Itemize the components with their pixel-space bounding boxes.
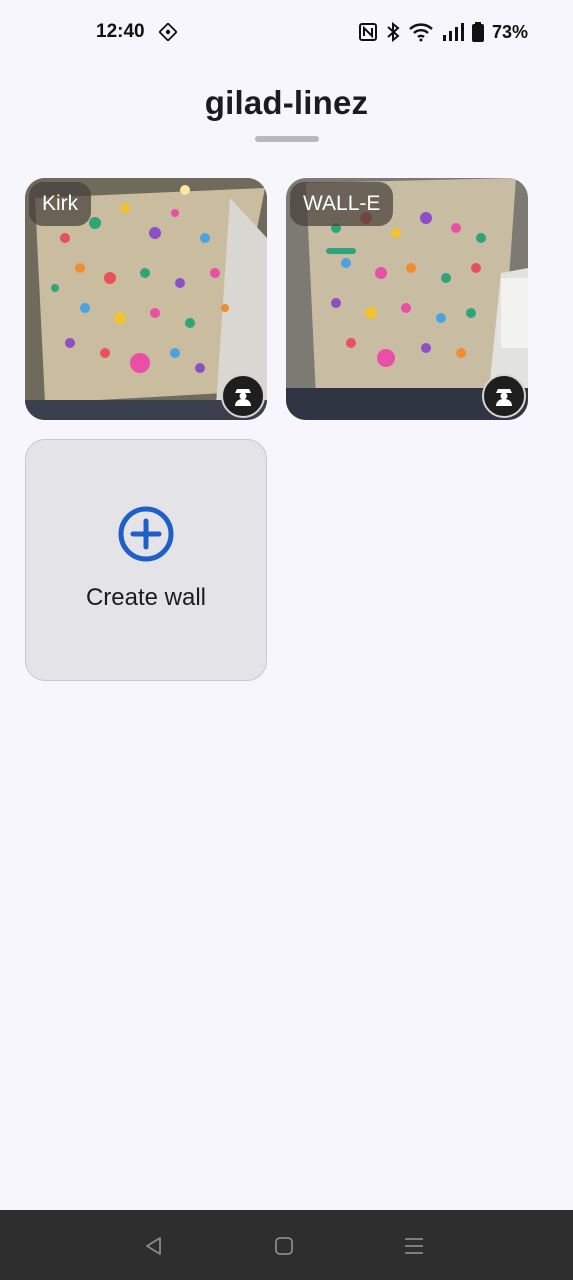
recents-button[interactable] <box>400 1232 428 1260</box>
nfc-icon <box>358 22 378 42</box>
owner-icon <box>235 389 251 406</box>
bluetooth-icon <box>386 22 400 42</box>
battery-level: 73% <box>491 21 528 42</box>
wall-name-label: WALL-E <box>290 182 394 226</box>
status-left: 12:40 <box>96 21 177 43</box>
back-button[interactable] <box>140 1232 168 1260</box>
battery-icon <box>471 22 484 42</box>
owner-badge <box>221 374 265 418</box>
back-icon <box>146 1237 161 1255</box>
wifi-icon <box>408 22 434 42</box>
add-circle-icon <box>118 506 174 562</box>
create-wall-button[interactable]: Create wall <box>25 439 267 681</box>
system-nav-bar <box>0 1210 573 1280</box>
drag-handle[interactable] <box>255 136 319 142</box>
owner-badge <box>482 374 526 418</box>
owner-icon <box>496 389 512 406</box>
status-right: 73% <box>358 22 528 43</box>
wall-card-wall-e[interactable]: WALL-E <box>286 178 528 420</box>
sync-icon <box>158 23 177 41</box>
wall-card-kirk[interactable]: Kirk <box>25 178 267 420</box>
create-wall-label: Create wall <box>85 584 207 611</box>
status-time: 12:40 <box>96 21 145 42</box>
menu-icon <box>405 1238 423 1254</box>
page-title: gilad-linez <box>204 84 369 121</box>
home-icon <box>275 1237 293 1255</box>
home-button[interactable] <box>270 1232 298 1260</box>
signal-icon <box>442 22 464 42</box>
status-bar: 12:40 73% <box>0 0 573 64</box>
wall-name-label: Kirk <box>29 182 92 226</box>
